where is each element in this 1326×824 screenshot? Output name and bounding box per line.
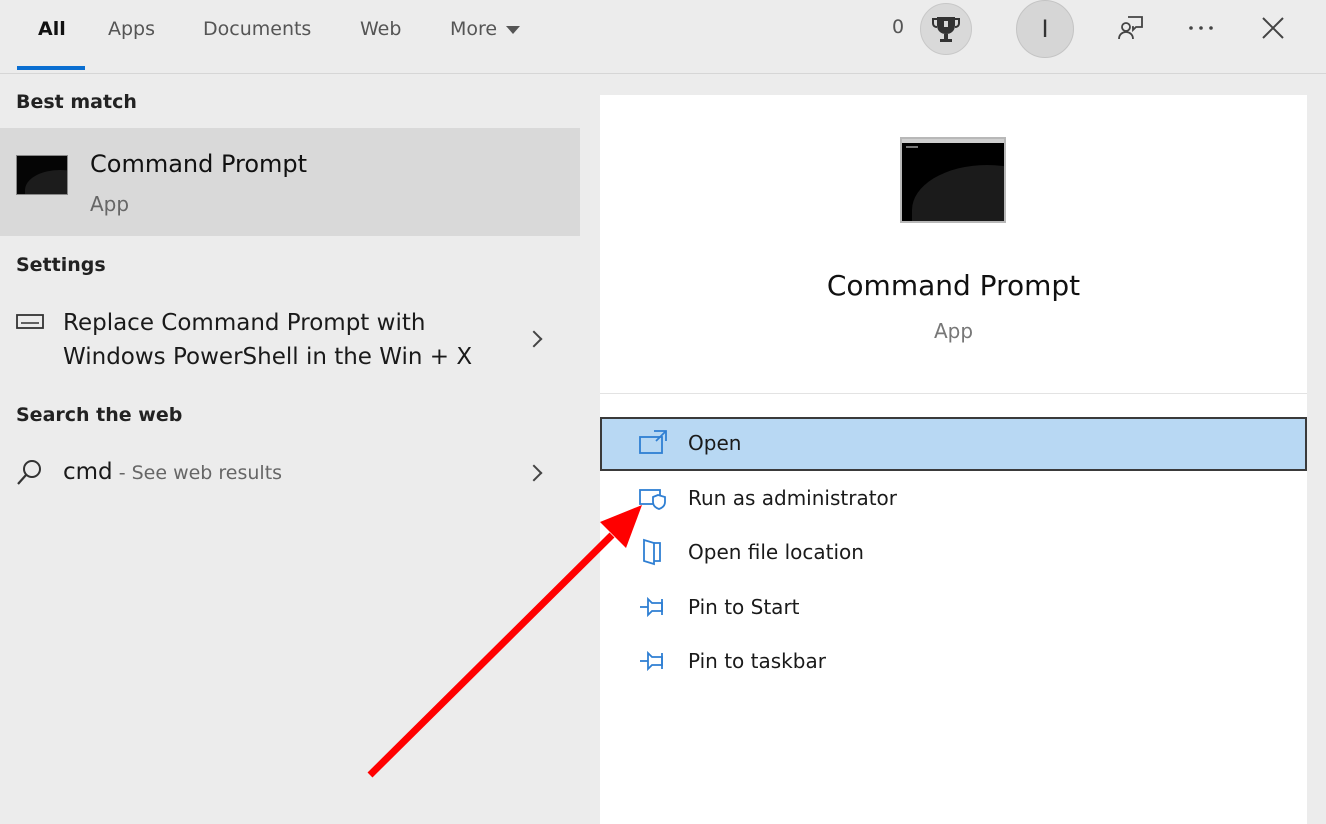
settings-item-line1: Replace Command Prompt with bbox=[63, 310, 426, 336]
action-pin-to-start[interactable]: Pin to Start bbox=[600, 581, 1307, 635]
action-open-label: Open bbox=[688, 431, 742, 455]
web-query: cmd bbox=[63, 459, 113, 485]
more-options-icon[interactable] bbox=[1183, 10, 1219, 46]
trophy-icon[interactable] bbox=[920, 3, 972, 55]
rewards-points: 0 bbox=[892, 16, 905, 38]
close-icon[interactable] bbox=[1255, 10, 1291, 46]
app-subtitle: App bbox=[933, 319, 974, 343]
folder-location-icon bbox=[643, 538, 661, 566]
results-pane: Best match Command Prompt App Settings R… bbox=[0, 75, 580, 824]
tab-web[interactable]: Web bbox=[360, 14, 401, 44]
action-run-as-administrator[interactable]: Run as administrator bbox=[600, 472, 1307, 526]
pin-icon bbox=[640, 596, 663, 618]
command-prompt-icon bbox=[16, 155, 68, 195]
settings-result-item[interactable]: Replace Command Prompt with Windows Powe… bbox=[0, 303, 580, 377]
command-prompt-icon bbox=[900, 137, 1006, 223]
best-match-heading: Best match bbox=[16, 91, 137, 113]
keyboard-icon bbox=[16, 314, 44, 329]
tab-apps[interactable]: Apps bbox=[108, 14, 155, 44]
chevron-right-icon bbox=[525, 330, 543, 348]
chevron-down-icon bbox=[506, 26, 521, 34]
active-tab-indicator bbox=[17, 66, 85, 70]
best-match-title: Command Prompt bbox=[90, 150, 308, 178]
action-run-as-administrator-label: Run as administrator bbox=[688, 486, 898, 510]
settings-item-line2: Windows PowerShell in the Win + X bbox=[63, 344, 473, 370]
tab-more-label: More bbox=[450, 18, 498, 40]
tab-all[interactable]: All bbox=[38, 14, 66, 44]
action-pin-to-start-label: Pin to Start bbox=[688, 595, 800, 619]
avatar[interactable]: I bbox=[1016, 0, 1074, 58]
action-open-file-location-label: Open file location bbox=[688, 540, 864, 564]
best-match-result[interactable]: Command Prompt App bbox=[0, 128, 580, 236]
search-tab-bar: All Apps Documents Web More 0 I bbox=[0, 0, 1326, 74]
open-icon bbox=[639, 430, 667, 454]
web-result-suffix: - See web results bbox=[112, 462, 283, 484]
action-pin-to-taskbar-label: Pin to taskbar bbox=[688, 649, 826, 673]
tab-documents[interactable]: Documents bbox=[203, 14, 311, 44]
app-title: Command Prompt bbox=[826, 269, 1081, 302]
search-web-heading: Search the web bbox=[16, 404, 183, 426]
action-open-file-location[interactable]: Open file location bbox=[600, 526, 1307, 580]
divider bbox=[600, 393, 1307, 394]
web-result-item[interactable]: cmd - See web results bbox=[0, 452, 580, 496]
tab-more[interactable]: More bbox=[450, 14, 521, 44]
web-result-text: cmd - See web results bbox=[63, 455, 282, 490]
chevron-right-icon bbox=[525, 464, 543, 482]
action-open[interactable]: Open bbox=[600, 417, 1307, 471]
action-pin-to-taskbar[interactable]: Pin to taskbar bbox=[600, 635, 1307, 689]
feedback-icon[interactable] bbox=[1112, 10, 1148, 46]
best-match-subtitle: App bbox=[90, 192, 130, 216]
settings-heading: Settings bbox=[16, 254, 106, 276]
shield-admin-icon bbox=[639, 489, 666, 510]
search-icon bbox=[17, 460, 41, 485]
pin-icon bbox=[640, 650, 663, 672]
details-pane: Command Prompt App Open Run as administr… bbox=[600, 95, 1307, 824]
